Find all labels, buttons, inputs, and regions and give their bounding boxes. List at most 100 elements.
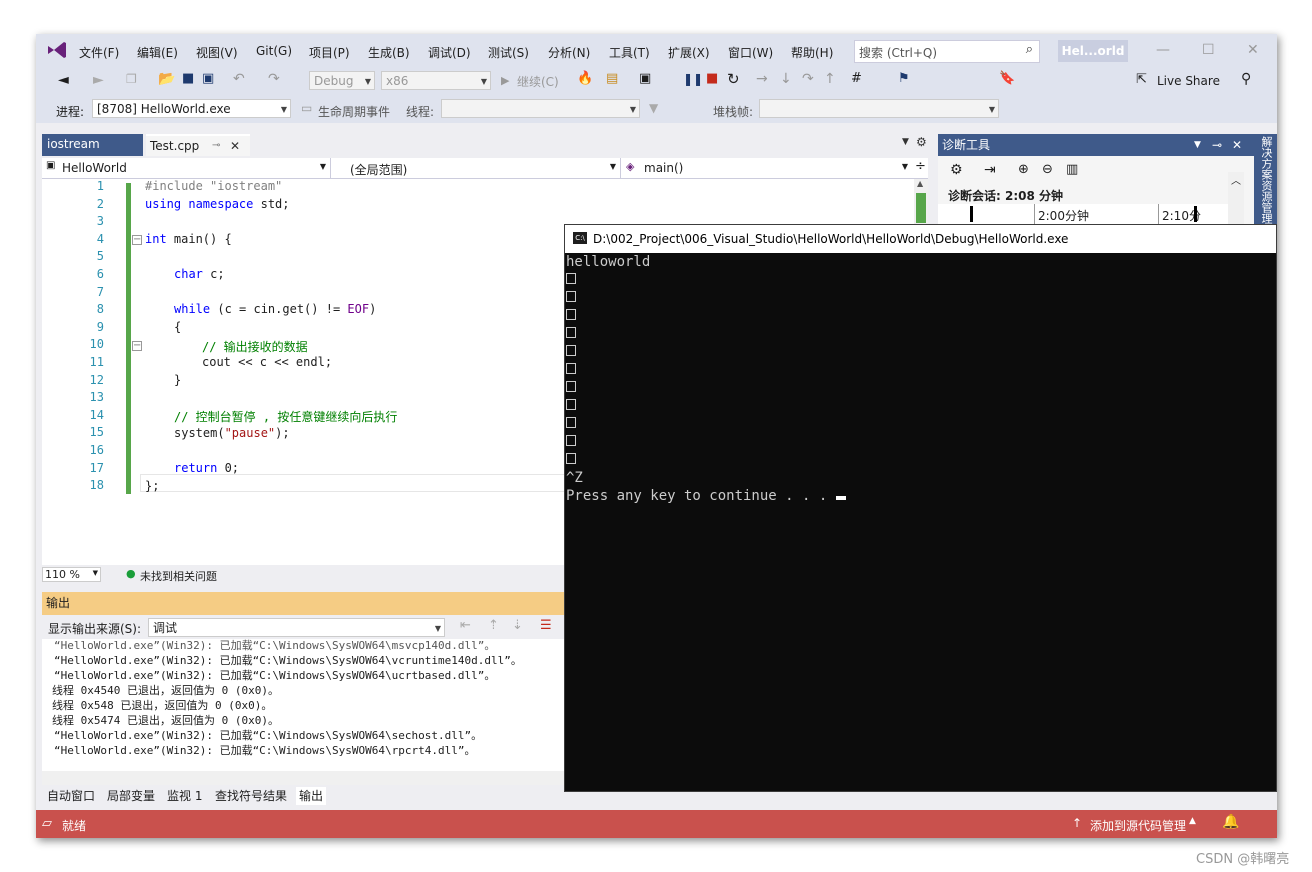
zoom-in-icon[interactable]: ⊕: [1018, 162, 1029, 177]
collapse-icon[interactable]: −: [132, 341, 142, 351]
back-icon[interactable]: ◄: [58, 72, 69, 88]
output-source-dropdown[interactable]: 调试 ▼: [148, 618, 445, 637]
step-out-icon[interactable]: ↑: [824, 71, 836, 87]
menu-tools[interactable]: 工具(T): [609, 44, 650, 61]
line-number: 2: [96, 196, 104, 211]
console-line: [566, 434, 576, 450]
process-dropdown[interactable]: [8708] HelloWorld.exe ▼: [92, 99, 291, 118]
output-line: “HelloWorld.exe”(Win32): 已加载“C:\Windows\…: [54, 639, 496, 652]
close-icon[interactable]: ✕: [1232, 134, 1242, 156]
notification-bell-icon[interactable]: 🔔: [1222, 814, 1239, 830]
zoom-dropdown[interactable]: 110 % ▼: [42, 567, 101, 582]
menu-file[interactable]: 文件(F): [79, 44, 119, 61]
issues-status[interactable]: 未找到相关问题: [140, 568, 217, 584]
code-line: return 0;: [174, 461, 240, 475]
find-message-icon[interactable]: ⇤: [460, 618, 471, 633]
open-file-icon[interactable]: 📂: [158, 71, 175, 87]
chevron-up-icon[interactable]: ▲: [917, 179, 923, 188]
menu-help[interactable]: 帮助(H): [791, 44, 833, 61]
menu-build[interactable]: 生成(B): [368, 44, 410, 61]
browse-icon[interactable]: ▤: [606, 71, 618, 86]
continue-icon[interactable]: ▶: [501, 74, 509, 87]
solution-explorer-sidetab[interactable]: 解决方案资源管理: [1254, 134, 1277, 234]
chart-icon[interactable]: ▥: [1066, 162, 1078, 177]
close-tab-icon[interactable]: ✕: [230, 136, 240, 156]
zoom-out-icon[interactable]: ⊖: [1042, 162, 1053, 177]
member-value: main(): [644, 161, 684, 175]
feedback-icon[interactable]: ⚲: [1241, 71, 1251, 87]
thread-icon[interactable]: ⚑: [898, 71, 910, 86]
console-window[interactable]: C:\ D:\002_Project\006_Visual_Studio\Hel…: [564, 224, 1277, 792]
pause-icon[interactable]: ❚❚: [683, 72, 703, 86]
menu-window[interactable]: 窗口(W): [728, 44, 773, 61]
scope-dropdown[interactable]: (全局范围) ▼: [332, 158, 621, 178]
watermark: CSDN @韩曙亮: [1196, 852, 1290, 867]
tab-autos[interactable]: 自动窗口: [44, 787, 98, 805]
redo-icon[interactable]: ↷: [268, 71, 280, 87]
menu-view[interactable]: 视图(V): [196, 44, 238, 61]
menu-analyze[interactable]: 分析(N): [548, 44, 590, 61]
menu-debug[interactable]: 调试(D): [428, 44, 471, 61]
next-message-icon[interactable]: ⇣: [512, 618, 523, 633]
minimize-icon[interactable]: —: [1156, 42, 1170, 58]
chevron-down-icon[interactable]: ▼: [902, 137, 909, 147]
tab-find-symbol-results[interactable]: 查找符号结果: [212, 787, 290, 805]
menu-git[interactable]: Git(G): [256, 44, 292, 58]
forward-icon[interactable]: ►: [93, 72, 104, 88]
pin-icon[interactable]: ⊸: [1212, 134, 1222, 156]
gear-icon[interactable]: ⚙: [916, 135, 927, 149]
camera-icon[interactable]: ▣: [639, 71, 651, 86]
new-project-icon[interactable]: ❐: [126, 72, 137, 86]
undo-icon[interactable]: ↶: [233, 71, 245, 87]
platform-dropdown[interactable]: x86 ▼: [381, 71, 491, 90]
navigation-bar: ▣ HelloWorld ▼ (全局范围) ▼ ◈ main() ▼ ÷: [42, 158, 928, 179]
chevron-down-icon: ▼: [364, 77, 371, 86]
hex-display-icon[interactable]: #: [851, 71, 862, 86]
menu-edit[interactable]: 编辑(E): [137, 44, 178, 61]
tab-output[interactable]: 输出: [296, 787, 327, 805]
tab-watch-1[interactable]: 监视 1: [164, 787, 205, 805]
maximize-icon[interactable]: ☐: [1202, 42, 1215, 58]
tab-iostream[interactable]: iostream: [42, 134, 143, 156]
continue-button[interactable]: 继续(C): [517, 73, 559, 90]
step-over-icon[interactable]: ↷: [802, 71, 814, 87]
clear-all-icon[interactable]: ☰: [540, 618, 552, 633]
add-to-source-control-button[interactable]: 添加到源代码管理: [1090, 817, 1186, 834]
chevron-down-icon[interactable]: ▼: [1194, 134, 1201, 156]
stack-frame-dropdown[interactable]: ▼: [759, 99, 999, 118]
member-dropdown[interactable]: ◈ main() ▼: [622, 158, 912, 178]
close-icon[interactable]: ✕: [1247, 42, 1259, 58]
menu-project[interactable]: 项目(P): [309, 44, 350, 61]
live-share-icon[interactable]: ⇱: [1136, 72, 1147, 87]
step-into-icon[interactable]: ↓: [780, 71, 792, 87]
restart-icon[interactable]: ↻: [727, 70, 740, 88]
filter-icon[interactable]: ▼: [649, 101, 658, 115]
tab-locals[interactable]: 局部变量: [104, 787, 158, 805]
output-source-value: 调试: [153, 621, 178, 635]
project-dropdown[interactable]: ▣ HelloWorld ▼: [42, 158, 331, 178]
project-name: HelloWorld: [62, 161, 127, 175]
split-icon[interactable]: ÷: [915, 159, 926, 174]
export-icon[interactable]: ⇥: [984, 162, 996, 178]
collapse-icon[interactable]: −: [132, 235, 142, 245]
lifecycle-events-button[interactable]: 生命周期事件: [318, 103, 390, 120]
menu-test[interactable]: 测试(S): [488, 44, 529, 61]
save-all-icon[interactable]: ▣: [202, 71, 214, 86]
unprintable-char-box: [566, 309, 576, 320]
stop-icon[interactable]: ■: [706, 71, 718, 86]
chevron-down-icon: ▼: [92, 569, 98, 577]
hot-reload-icon[interactable]: 🔥: [577, 71, 593, 86]
prev-message-icon[interactable]: ⇡: [488, 618, 499, 633]
show-next-statement-icon[interactable]: →: [756, 71, 768, 87]
save-icon[interactable]: ■: [182, 71, 194, 86]
pin-icon[interactable]: ⊸: [212, 136, 220, 156]
chevron-up-icon[interactable]: ︿: [1231, 172, 1241, 187]
search-box[interactable]: 搜索 (Ctrl+Q) ⌕: [854, 40, 1040, 63]
config-dropdown[interactable]: Debug ▼: [309, 71, 375, 90]
bookmark-icon[interactable]: 🔖: [999, 71, 1015, 86]
tab-test-cpp[interactable]: Test.cpp ⊸ ✕: [146, 134, 250, 156]
menu-extensions[interactable]: 扩展(X): [668, 44, 710, 61]
live-share-button[interactable]: Live Share: [1157, 74, 1220, 88]
thread-dropdown[interactable]: ▼: [441, 99, 640, 118]
gear-icon[interactable]: ⚙: [950, 162, 963, 178]
